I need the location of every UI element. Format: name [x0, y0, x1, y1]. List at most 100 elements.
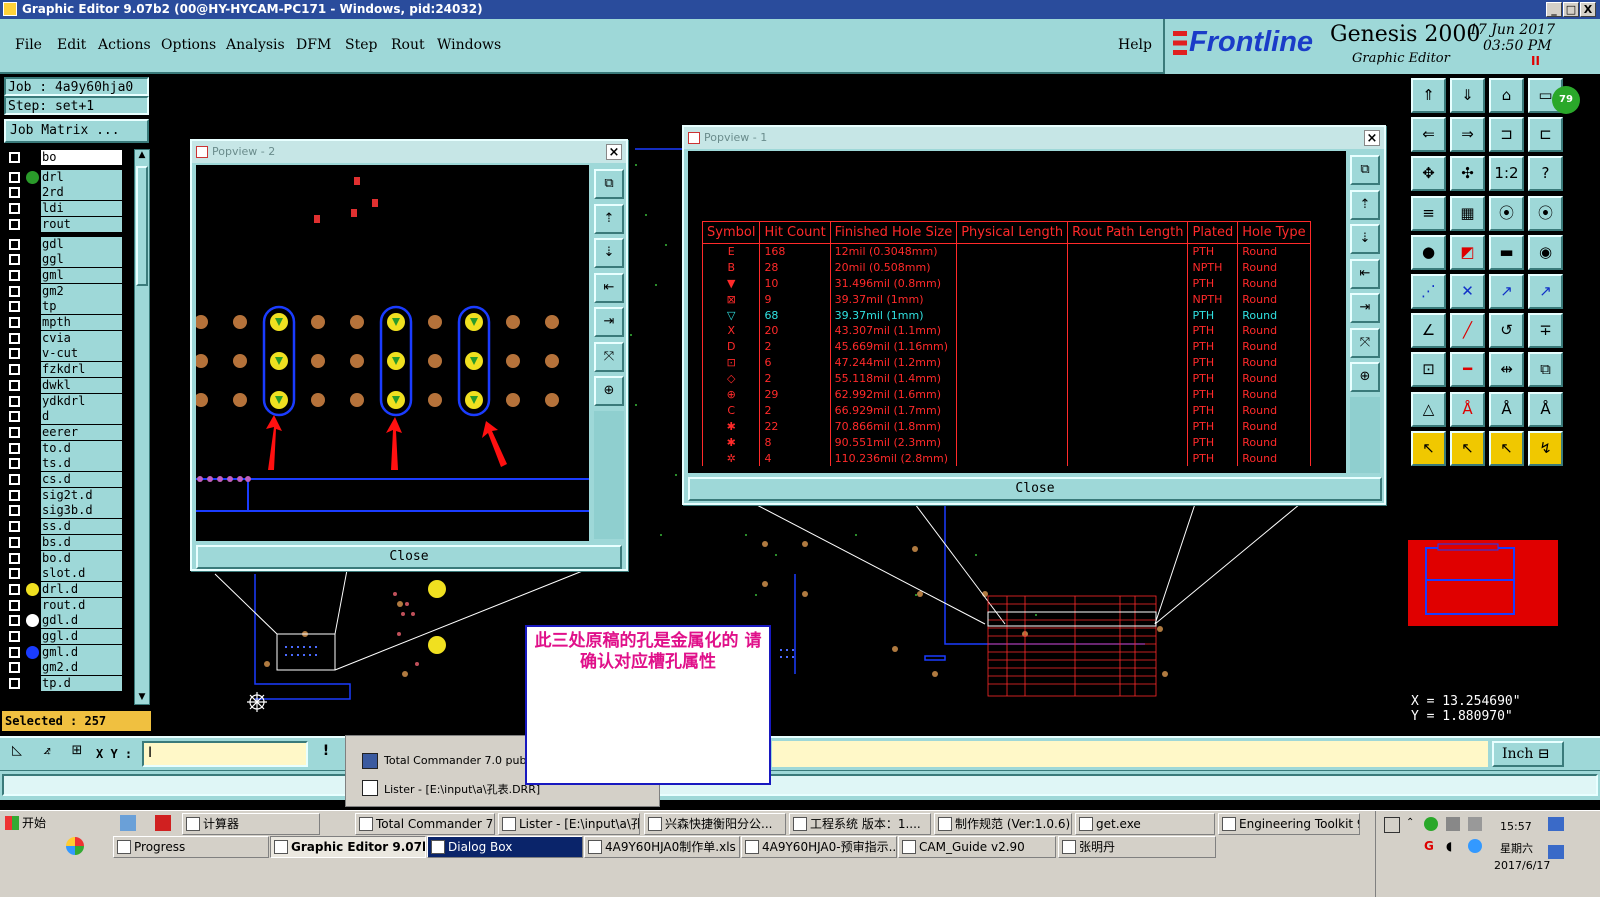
move-left-icon[interactable]: ⇐ — [1411, 117, 1446, 153]
popview-1-close-icon[interactable]: × — [1364, 130, 1380, 146]
layer-name[interactable]: bo.d — [41, 550, 122, 566]
taskbar-button[interactable]: CAM_Guide v2.90 — [898, 836, 1056, 858]
layer-name[interactable]: mpth — [41, 315, 122, 330]
layer-checkbox[interactable] — [9, 583, 20, 595]
taskbar-button[interactable]: get.exe — [1075, 813, 1215, 835]
layer-checkbox[interactable] — [9, 317, 20, 328]
menu-dfm[interactable]: DFM — [296, 37, 331, 53]
scroll-up-icon[interactable]: ▲ — [136, 150, 148, 162]
layer-checkbox[interactable] — [9, 411, 20, 423]
pad-icon[interactable]: ● — [1411, 234, 1446, 270]
help-icon[interactable]: ? — [1528, 156, 1563, 192]
layer-row[interactable]: ydkdrl — [6, 393, 122, 409]
layer-name[interactable]: ggl — [41, 252, 122, 268]
zoom-out-icon[interactable]: ⇣ — [594, 238, 624, 268]
layer-checkbox[interactable] — [9, 489, 20, 501]
layer-checkbox[interactable] — [9, 646, 20, 658]
layer-name[interactable]: 2rd — [41, 185, 122, 201]
layer-name[interactable]: fzkdrl — [41, 362, 122, 378]
menu-file[interactable]: File — [15, 37, 42, 53]
dfm-2-icon[interactable]: ⦿ — [1528, 195, 1563, 231]
table-row[interactable]: ▼ 10 31.496mil (0.8mm) PTH Round — [702, 275, 1311, 292]
table-row[interactable]: ✲ 4 110.236mil (2.8mm) PTH Round — [702, 450, 1311, 466]
layer-row[interactable]: rout.d — [6, 597, 122, 613]
layer-name[interactable]: drl — [41, 169, 122, 185]
layer-name[interactable]: gm2.d — [41, 660, 122, 676]
taskbar-button[interactable]: 4A9Y60HJA0-预审指示.... — [741, 836, 897, 858]
layer-row[interactable]: bo — [6, 150, 122, 165]
table-row[interactable]: ◇ 2 55.118mil (1.4mm) PTH Round — [702, 370, 1311, 387]
table-row[interactable]: ✱ 22 70.866mil (1.8mm) PTH Round — [702, 418, 1311, 435]
center-icon[interactable]: ⊕ — [594, 376, 624, 406]
pan-right-icon[interactable]: ⇥ — [594, 307, 624, 337]
job-matrix-button[interactable]: Job Matrix ... — [4, 119, 149, 143]
tray-keyboard-icon[interactable] — [1548, 845, 1564, 859]
layer-row[interactable]: tp.d — [6, 676, 122, 692]
layer-row[interactable]: eerer — [6, 424, 122, 440]
layer-checkbox[interactable] — [9, 662, 20, 674]
layer-row[interactable]: sig2t.d — [6, 487, 122, 503]
layer-scrollbar[interactable]: ▲ ▼ — [134, 149, 150, 705]
layer-name[interactable]: slot.d — [41, 566, 122, 582]
zoom-out-icon[interactable]: ⇣ — [1350, 224, 1380, 254]
pan-icon[interactable]: ✥ — [1411, 156, 1446, 192]
taskbar-button[interactable]: Engineering Toolkit 9.... — [1218, 813, 1360, 835]
select-icon[interactable]: ↖ — [1411, 430, 1446, 466]
resize-icon[interactable]: ⇹ — [1489, 352, 1524, 388]
layer-name[interactable]: tp.d — [41, 676, 122, 692]
layer-row[interactable]: slot.d — [6, 566, 122, 582]
menu-edit[interactable]: Edit — [57, 37, 86, 53]
layer-row[interactable]: gdl.d — [6, 613, 122, 629]
layer-checkbox[interactable] — [9, 521, 20, 533]
layer-checkbox[interactable] — [9, 332, 20, 344]
center-view-icon[interactable]: ✣ — [1450, 156, 1485, 192]
table-row[interactable]: ⊕ 29 62.992mil (1.6mm) PTH Round — [702, 386, 1311, 403]
layer-name[interactable]: ggl.d — [41, 629, 122, 644]
menu-options[interactable]: Options — [161, 37, 216, 53]
layer-checkbox[interactable] — [9, 218, 20, 230]
layer-name[interactable]: cvia — [41, 330, 122, 346]
layer-row[interactable]: cvia — [6, 330, 122, 346]
layer-name[interactable]: ldi — [41, 201, 122, 217]
tray-usb-icon[interactable] — [1446, 817, 1460, 831]
layer-row[interactable]: ts.d — [6, 456, 122, 472]
layer-checkbox[interactable] — [9, 364, 20, 376]
layer-row[interactable]: rout — [6, 216, 122, 232]
layer-name[interactable]: gml — [41, 267, 122, 283]
copy-icon[interactable]: ⧉ — [1528, 352, 1563, 388]
layer-checkbox[interactable] — [9, 395, 20, 407]
menu-rout[interactable]: Rout — [391, 37, 425, 53]
layer-name[interactable]: gml.d — [41, 644, 122, 660]
line-icon[interactable]: ↗ — [1489, 274, 1524, 309]
select-2-icon[interactable]: ↖ — [1450, 430, 1485, 466]
taskbar-button[interactable]: Progress — [113, 836, 269, 858]
grid-icon[interactable]: ⊞ — [64, 740, 90, 766]
zoom-in-icon[interactable]: ⇡ — [1350, 189, 1380, 220]
layer-row[interactable]: gml.d — [6, 644, 122, 660]
snap-icon[interactable]: ◺ — [4, 740, 30, 766]
ruler-icon[interactable]: ▬ — [1489, 234, 1524, 270]
layer-name[interactable]: ss.d — [41, 519, 122, 535]
tray-network-icon[interactable] — [1468, 817, 1482, 831]
layer-status-dot[interactable] — [26, 170, 39, 184]
notification-badge[interactable]: 79 — [1552, 86, 1580, 114]
layer-checkbox[interactable] — [9, 599, 20, 611]
table-row[interactable]: ⊠ 9 39.37mil (1mm) NPTH Round — [702, 291, 1311, 308]
table-row[interactable]: B 28 20mil (0.508mm) NPTH Round — [702, 259, 1311, 276]
layer-row[interactable]: ggl — [6, 252, 122, 268]
measure-icon[interactable]: ⦨ — [34, 740, 60, 766]
taskbar-button[interactable]: 4A9Y60HJA0制作单.xls ... — [584, 836, 740, 858]
taskbar-button[interactable]: Total Commander 7.0... — [355, 813, 495, 835]
layer-row[interactable]: gm2 — [6, 283, 122, 299]
taskbar-button[interactable]: Graphic Editor 9.07b2 ... — [270, 836, 426, 858]
text-icon[interactable]: Å — [1450, 391, 1485, 427]
move-down-icon[interactable]: ⇓ — [1450, 78, 1485, 113]
arc-icon[interactable]: ↗ — [1528, 274, 1563, 309]
layer-checkbox[interactable] — [9, 458, 20, 470]
pause-icon[interactable]: II — [1531, 54, 1540, 68]
region-icon[interactable]: ◩ — [1450, 234, 1485, 270]
angle-icon[interactable]: ∠ — [1411, 313, 1446, 349]
zoom-window-icon[interactable]: ⧉ — [1350, 155, 1380, 185]
layer-name[interactable]: gm2 — [41, 283, 122, 299]
layer-row[interactable]: gdl — [6, 236, 122, 252]
